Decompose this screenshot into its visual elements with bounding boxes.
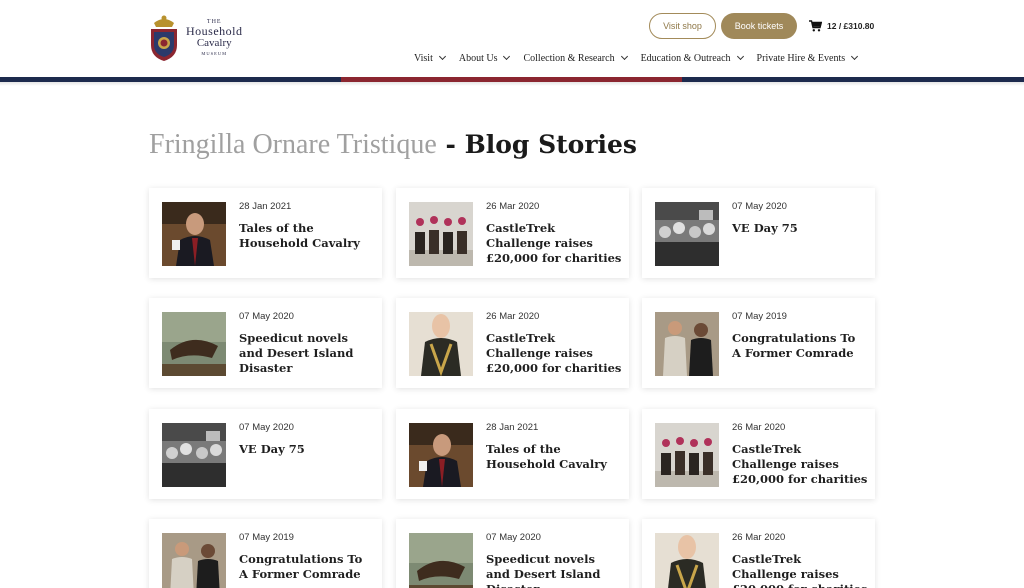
page-title-separator: - bbox=[445, 130, 456, 159]
uniform-illustration bbox=[655, 533, 719, 588]
chevron-down-icon bbox=[620, 52, 628, 61]
card-title[interactable]: Congratulations To A Former Comrade bbox=[732, 331, 868, 361]
chevron-down-icon bbox=[851, 52, 859, 61]
chevron-down-icon bbox=[503, 52, 511, 61]
book-cover-photo bbox=[162, 312, 226, 376]
nav-item-private-hire-events[interactable]: Private Hire & Events bbox=[756, 52, 859, 64]
nav-item-education-outreach[interactable]: Education & Outreach bbox=[640, 52, 744, 64]
nav-item-about-us[interactable]: About Us bbox=[458, 52, 511, 64]
blog-card[interactable]: 07 May 2020 VE Day 75 bbox=[642, 188, 875, 278]
card-title[interactable]: Tales of the Household Cavalry bbox=[486, 442, 622, 472]
card-date: 07 May 2020 bbox=[239, 422, 294, 433]
logo-cavalry: Cavalry bbox=[196, 37, 232, 50]
horses-riders-photo bbox=[409, 202, 473, 266]
logo-museum: MUSEUM bbox=[201, 51, 228, 57]
museum-logo[interactable]: THE Household Cavalry MUSEUM bbox=[148, 12, 258, 64]
blog-card[interactable]: 28 Jan 2021 Tales of the Household Caval… bbox=[149, 188, 382, 278]
blog-card[interactable]: 26 Mar 2020 CastleTrek Challenge raises … bbox=[642, 519, 875, 588]
card-title[interactable]: Speedicut novels and Desert Island Disas… bbox=[239, 331, 375, 376]
cart-link[interactable]: 12 / £310.80 bbox=[809, 18, 874, 34]
nav-label: Visit bbox=[414, 52, 433, 64]
cart-icon bbox=[809, 20, 822, 32]
book-tickets-button[interactable]: Book tickets bbox=[721, 13, 797, 39]
blog-card[interactable]: 07 May 2020 Speedicut novels and Desert … bbox=[396, 519, 629, 588]
blog-card[interactable]: 26 Mar 2020 CastleTrek Challenge raises … bbox=[396, 188, 629, 278]
card-date: 28 Jan 2021 bbox=[486, 422, 539, 433]
nav-label: Education & Outreach bbox=[640, 52, 731, 64]
card-title[interactable]: CastleTrek Challenge raises £20,000 for … bbox=[486, 331, 622, 376]
card-date: 07 May 2020 bbox=[732, 201, 787, 212]
card-date: 07 May 2019 bbox=[732, 311, 787, 322]
card-date: 26 Mar 2020 bbox=[486, 311, 540, 322]
blog-card[interactable]: 26 Mar 2020 CastleTrek Challenge raises … bbox=[642, 409, 875, 499]
visit-shop-button[interactable]: Visit shop bbox=[649, 13, 716, 39]
main-nav: Visit About Us Collection & Research Edu… bbox=[414, 50, 859, 66]
man-in-suit-photo bbox=[409, 423, 473, 487]
logo-wordmark: THE Household Cavalry MUSEUM bbox=[186, 19, 243, 57]
card-date: 07 May 2020 bbox=[239, 311, 294, 322]
horses-riders-photo bbox=[655, 423, 719, 487]
uniform-illustration bbox=[409, 312, 473, 376]
card-title[interactable]: CastleTrek Challenge raises £20,000 for … bbox=[486, 221, 622, 266]
royal-couple-photo bbox=[162, 533, 226, 588]
book-cover-photo bbox=[409, 533, 473, 588]
site-header: THE Household Cavalry MUSEUM Visit shop … bbox=[0, 0, 1024, 77]
blog-card[interactable]: 07 May 2020 VE Day 75 bbox=[149, 409, 382, 499]
nav-label: Collection & Research bbox=[523, 52, 615, 64]
card-title[interactable]: CastleTrek Challenge raises £20,000 for … bbox=[732, 442, 868, 487]
logo-household: Household bbox=[186, 24, 243, 39]
nav-label: About Us bbox=[458, 52, 498, 64]
blog-card[interactable]: 07 May 2019 Congratulations To A Former … bbox=[149, 519, 382, 588]
card-date: 26 Mar 2020 bbox=[732, 422, 786, 433]
card-title[interactable]: VE Day 75 bbox=[732, 221, 868, 236]
page-title-category: Fringilla Ornare Tristique bbox=[149, 129, 437, 160]
card-title[interactable]: Congratulations To A Former Comrade bbox=[239, 552, 375, 582]
man-in-suit-photo bbox=[162, 202, 226, 266]
blog-card[interactable]: 07 May 2019 Congratulations To A Former … bbox=[642, 298, 875, 388]
card-date: 26 Mar 2020 bbox=[486, 201, 540, 212]
chevron-down-icon bbox=[438, 52, 446, 61]
royal-couple-photo bbox=[655, 312, 719, 376]
blog-card[interactable]: 07 May 2020 Speedicut novels and Desert … bbox=[149, 298, 382, 388]
card-date: 07 May 2019 bbox=[239, 532, 294, 543]
header-shadow bbox=[0, 82, 1024, 86]
page-title: Fringilla Ornare Tristique - Blog Storie… bbox=[149, 129, 637, 161]
card-date: 07 May 2020 bbox=[486, 532, 541, 543]
blog-card[interactable]: 26 Mar 2020 CastleTrek Challenge raises … bbox=[396, 298, 629, 388]
cart-summary: 12 / £310.80 bbox=[827, 21, 875, 31]
nav-item-visit[interactable]: Visit bbox=[414, 52, 446, 64]
card-title[interactable]: VE Day 75 bbox=[239, 442, 375, 457]
page-title-suffix: Blog Stories bbox=[464, 130, 638, 159]
crest-icon bbox=[148, 13, 180, 63]
nav-label: Private Hire & Events bbox=[756, 52, 846, 64]
card-title[interactable]: CastleTrek Challenge raises £20,000 for … bbox=[732, 552, 868, 588]
nav-item-collection-research[interactable]: Collection & Research bbox=[523, 52, 628, 64]
card-date: 26 Mar 2020 bbox=[732, 532, 786, 543]
card-title[interactable]: Speedicut novels and Desert Island Disas… bbox=[486, 552, 622, 588]
card-title[interactable]: Tales of the Household Cavalry bbox=[239, 221, 375, 251]
chevron-down-icon bbox=[736, 52, 744, 61]
crowd-flags-photo bbox=[162, 423, 226, 487]
crowd-flags-photo bbox=[655, 202, 719, 266]
blog-card[interactable]: 28 Jan 2021 Tales of the Household Caval… bbox=[396, 409, 629, 499]
card-date: 28 Jan 2021 bbox=[239, 201, 292, 212]
